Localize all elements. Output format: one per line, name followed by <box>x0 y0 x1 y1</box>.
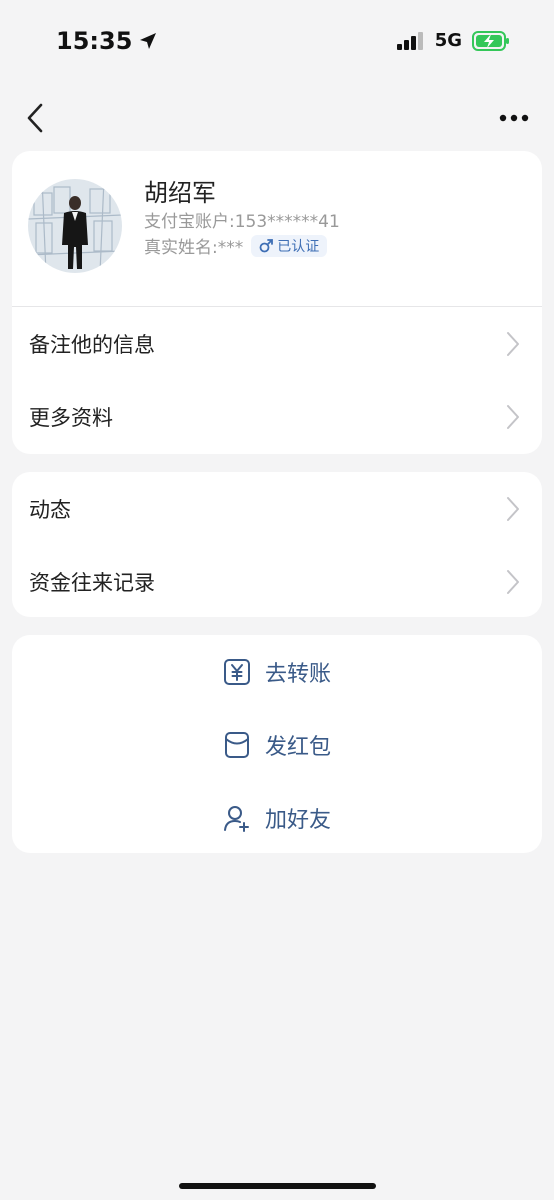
contact-name: 胡绍军 <box>144 179 216 207</box>
realname-row: 真实姓名:*** 已认证 <box>144 233 328 258</box>
activity-card: 动态 资金往来记录 <box>12 472 542 617</box>
red-envelope-icon <box>223 731 251 759</box>
real-name: 真实姓名:*** <box>144 238 244 258</box>
verified-label: 已认证 <box>277 238 320 255</box>
chevron-right-icon <box>507 331 519 356</box>
signal-icon <box>396 31 423 50</box>
transfer-button[interactable]: 去转账 <box>12 635 542 708</box>
chevron-right-icon <box>507 569 519 594</box>
yuan-transfer-icon <box>223 658 251 686</box>
location-arrow-icon <box>140 33 157 49</box>
action-label: 发红包 <box>264 734 331 760</box>
time-text: 15:35 <box>56 27 133 55</box>
row-fund-records[interactable]: 资金往来记录 <box>12 545 542 618</box>
chevron-left-icon <box>27 103 43 133</box>
action-label: 去转账 <box>264 661 331 687</box>
add-friend-button[interactable]: 加好友 <box>12 781 542 854</box>
network-type: 5G <box>434 30 462 51</box>
more-button[interactable] <box>494 98 534 138</box>
row-label: 更多资料 <box>29 405 113 430</box>
chevron-right-icon <box>507 496 519 521</box>
back-button[interactable] <box>18 98 52 138</box>
row-more-info[interactable]: 更多资料 <box>12 380 542 453</box>
row-moments[interactable]: 动态 <box>12 472 542 545</box>
profile-card: 胡绍军 支付宝账户:153******41 真实姓名:*** 已认证 备注他的信… <box>12 151 542 454</box>
row-label: 资金往来记录 <box>29 570 155 595</box>
male-icon <box>259 238 274 252</box>
profile-header: 胡绍军 支付宝账户:153******41 真实姓名:*** 已认证 <box>12 151 542 307</box>
row-label: 备注他的信息 <box>29 332 155 357</box>
action-label: 加好友 <box>264 807 331 833</box>
status-time: 15:35 <box>56 27 158 55</box>
avatar[interactable] <box>28 179 122 273</box>
status-indicators: 5G <box>396 30 510 51</box>
more-dots-icon <box>499 114 529 122</box>
row-remark-info[interactable]: 备注他的信息 <box>12 307 542 380</box>
add-friend-icon <box>223 804 251 832</box>
red-envelope-button[interactable]: 发红包 <box>12 708 542 781</box>
battery-icon <box>472 30 509 51</box>
avatar-image <box>28 179 122 273</box>
account-number: 支付宝账户:153******41 <box>144 212 340 232</box>
row-label: 动态 <box>29 497 71 522</box>
actions-card: 去转账 发红包 加好友 <box>12 635 542 853</box>
status-bar: 15:35 5G <box>0 0 554 84</box>
home-indicator[interactable] <box>179 1183 376 1189</box>
chevron-right-icon <box>507 404 519 429</box>
nav-bar <box>0 92 554 144</box>
verified-badge: 已认证 <box>251 234 328 257</box>
